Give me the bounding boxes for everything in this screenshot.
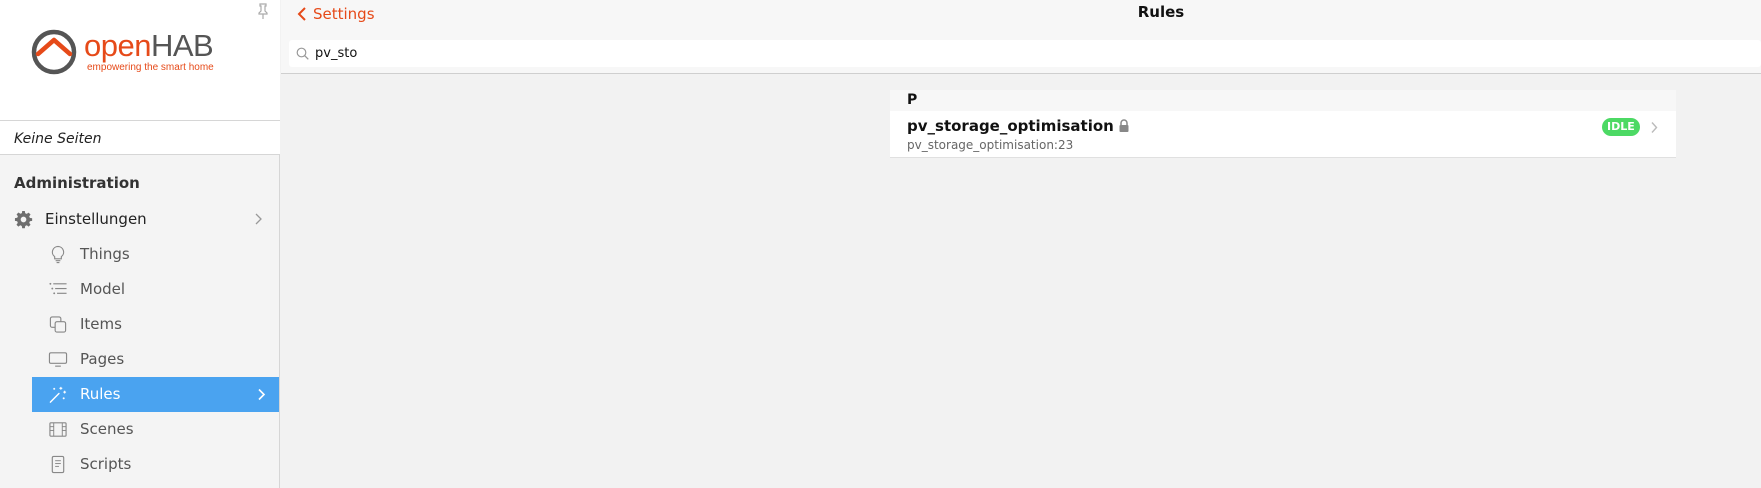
- sidebar-item-label: Items: [80, 315, 122, 333]
- magic-wand-icon: [49, 386, 67, 403]
- lightbulb-icon: [51, 245, 65, 264]
- chevron-right-icon: [258, 388, 266, 401]
- no-pages-label: Keine Seiten: [0, 121, 280, 155]
- openhab-logo-icon: [31, 29, 77, 75]
- chevron-right-icon: [1651, 122, 1658, 133]
- sidebar-item-label: Rules: [80, 385, 121, 403]
- sidebar-item-scripts[interactable]: Scripts: [32, 447, 279, 482]
- rule-name-text: pv_storage_optimisation: [907, 117, 1114, 135]
- film-icon: [49, 422, 67, 437]
- rule-name: pv_storage_optimisation: [907, 117, 1130, 135]
- navbar: Settings Rules: [281, 0, 1761, 74]
- search-bar[interactable]: [289, 40, 1761, 67]
- list-group-header: P: [890, 90, 1676, 111]
- sidebar-item-pages[interactable]: Pages: [32, 342, 279, 377]
- sidebar-item-model[interactable]: Model: [32, 272, 279, 307]
- rule-list-item[interactable]: pv_storage_optimisation pv_storage_optim…: [890, 111, 1676, 158]
- gear-icon: [14, 210, 33, 229]
- list-tree-icon: [49, 282, 67, 295]
- sidebar-item-rules[interactable]: Rules: [32, 377, 279, 412]
- status-badge: IDLE: [1602, 118, 1640, 136]
- search-input[interactable]: [315, 43, 1715, 64]
- rule-uid: pv_storage_optimisation:23: [907, 138, 1074, 152]
- chevron-left-icon: [297, 7, 306, 21]
- sidebar-item-label: Einstellungen: [45, 210, 147, 228]
- openhab-logo[interactable]: openHAB empowering the smart home: [30, 28, 250, 80]
- sidebar-item-label: Model: [80, 280, 126, 298]
- pin-icon[interactable]: [256, 3, 270, 19]
- sidebar-item-things[interactable]: Things: [32, 237, 279, 272]
- sidebar-item-items[interactable]: Items: [32, 307, 279, 342]
- admin-section-title: Administration: [14, 174, 140, 192]
- sidebar-item-scenes[interactable]: Scenes: [32, 412, 279, 447]
- back-link-label: Settings: [313, 5, 375, 23]
- document-icon: [51, 455, 65, 474]
- chevron-right-icon: [255, 213, 262, 225]
- sidebar: openHAB empowering the smart home Keine …: [0, 0, 280, 488]
- back-link[interactable]: Settings: [297, 4, 375, 24]
- sidebar-item-label: Things: [80, 245, 130, 263]
- search-icon: [296, 47, 309, 60]
- sidebar-item-label: Pages: [80, 350, 125, 368]
- items-squares-icon: [49, 316, 67, 333]
- logo-tagline: empowering the smart home: [87, 62, 214, 73]
- monitor-icon: [48, 352, 68, 367]
- logo-area: openHAB empowering the smart home: [0, 0, 280, 121]
- sidebar-item-einstellungen[interactable]: Einstellungen: [0, 202, 279, 237]
- sidebar-item-label: Scripts: [80, 455, 132, 473]
- page-title: Rules: [1137, 3, 1185, 21]
- logo-wordmark: openHAB: [84, 28, 214, 63]
- lock-icon: [1119, 119, 1129, 132]
- sidebar-item-label: Scenes: [80, 420, 134, 438]
